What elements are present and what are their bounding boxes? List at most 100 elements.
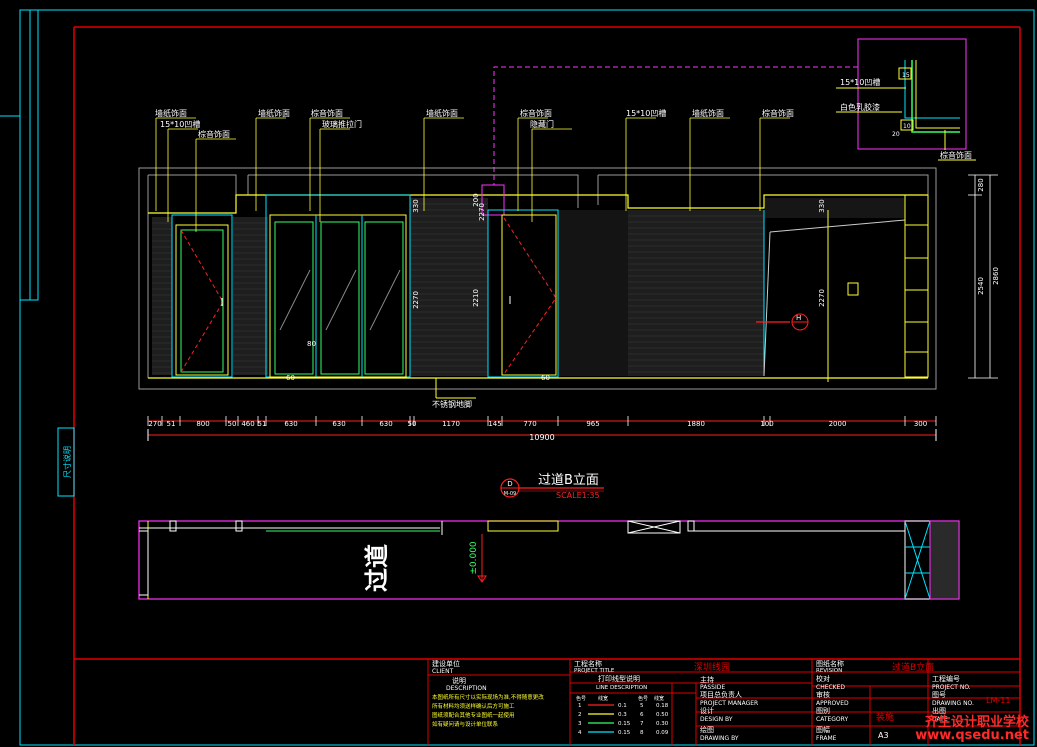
line-table-cell: 0.3	[618, 712, 627, 718]
dimension-text: 2000	[829, 420, 847, 428]
dimension-text: 300	[914, 420, 927, 428]
dimension-text: 630	[284, 420, 297, 428]
tb-draw-en: DRAWING BY	[700, 735, 739, 742]
detail-paint-label: 白色乳胶漆	[840, 102, 880, 112]
dimension-text: 270	[148, 420, 161, 428]
tb-desc-line-1: 本图纸所有尺寸以实际现场为准,不得随意更改	[432, 693, 544, 701]
elevation-label: 墙纸饰面	[258, 108, 290, 118]
tb-client-cn: 建设单位	[432, 659, 460, 668]
line-table-cell: 7	[640, 721, 644, 727]
line-table-cell: 0.50	[656, 712, 669, 718]
dimension-text: 800	[196, 420, 209, 428]
right-dim-top: 280	[977, 178, 985, 191]
dimension-text: 145	[488, 420, 501, 428]
tb-client-en: CLIENT	[432, 668, 454, 675]
tb-pm-en: PASSIDE	[700, 684, 725, 691]
dimension-text: 1170	[442, 420, 460, 428]
detail-dim-15: 15	[902, 72, 910, 79]
elevation-label: 隐藏门	[530, 119, 554, 129]
vertical-dim: 2270	[478, 203, 486, 221]
elevation-label: 玻璃推拉门	[322, 119, 362, 129]
tb-check-en: CHECKED	[816, 684, 845, 691]
dimension-text: 1880	[687, 420, 705, 428]
tb-category-cn: 图别	[816, 706, 830, 715]
tb-drawing-no-en: DRAWING NO.	[932, 700, 974, 707]
tb-project-no-en: PROJECT NO.	[932, 684, 971, 691]
tb-project-name: 深圳线园	[694, 661, 730, 673]
tb-design-cn: 设计	[700, 706, 714, 715]
glass-sliding-doors	[265, 194, 411, 378]
tb-line-head-3: 色号	[638, 695, 648, 702]
line-table-cell: 0.15	[618, 721, 631, 727]
tb-desc-line-2: 所有材料均须送样确认后方可施工	[432, 702, 515, 710]
elevation-scale: SCALE1:35	[556, 491, 600, 500]
tb-category-en: CATEGORY	[816, 716, 848, 723]
tb-desc-en: DESCRIPTION	[446, 685, 487, 692]
tb-drawing-title: 过道B立面	[892, 661, 934, 673]
dimension-text: 100	[760, 420, 773, 428]
plan-view	[138, 520, 960, 600]
tb-approve-en: APPROVED	[816, 700, 849, 707]
small-dim-1: 80	[307, 340, 316, 348]
plan-level-label: ±0.000	[469, 541, 479, 575]
tb-check-cn: 校对	[816, 674, 830, 683]
dimension-text: 50	[408, 420, 417, 428]
left-strip-text: 尺寸说明	[62, 446, 72, 478]
elevation-labels: 墙纸饰面15*10凹槽棕音饰面墙纸饰面 棕音饰面玻璃推拉门墙纸饰面 棕音饰面隐藏门1…	[155, 108, 794, 139]
tb-pm-cn: 主持	[700, 675, 714, 684]
line-table-cell: 0.09	[656, 730, 669, 736]
dimension-text: 51	[258, 420, 267, 428]
line-table-cell: 0.30	[656, 721, 669, 727]
watermark-line-2: www.qsedu.net	[915, 728, 1029, 744]
tb-line-head-1: 色号	[576, 695, 586, 702]
dimension-text: 50	[228, 420, 237, 428]
cad-drawing-canvas: 尺寸说明 15*10凹槽 白色乳胶漆 棕音饰面 15 10 20 H 墙纸饰面1…	[0, 9, 1035, 746]
right-dim-total: 2860	[992, 267, 1000, 285]
line-table-cell: 4	[578, 730, 582, 736]
elevation-label: 棕音饰面	[762, 108, 794, 118]
tb-date-cn: 出图	[932, 706, 946, 715]
line-table-cell: 0.18	[656, 703, 669, 709]
line-table-cell: 1	[578, 703, 582, 709]
tb-drawing-no-cn: 图号	[932, 691, 946, 699]
elevation-label: 棕音饰面	[520, 108, 552, 118]
tb-frame-cn: 图幅	[816, 725, 830, 734]
elevation-label: 棕音饰面	[198, 129, 230, 139]
tb-drawing-title-en: REVISION	[816, 668, 842, 674]
tb-line-head-4: 线宽	[654, 695, 664, 702]
tb-lines-cn: 打印线型说明	[598, 674, 640, 683]
tb-project-no-cn: 工程编号	[932, 674, 960, 683]
elevation-label: 墙纸饰面	[426, 108, 458, 118]
tb-line-head-2: 线宽	[598, 695, 608, 702]
elevation-title-text: 过道B立面	[538, 473, 599, 488]
small-dim-3: 60	[541, 374, 550, 382]
dimension-text: 770	[523, 420, 536, 428]
tb-drawing-title-cn: 图纸名称	[816, 659, 844, 668]
vertical-dim: 2270	[412, 291, 420, 309]
dimension-chain: 270 51 800 50 460 51 630 630 630 50 1170 145 770 965 1…	[147, 416, 937, 428]
groove-detail	[836, 38, 976, 161]
hidden-door	[481, 184, 559, 378]
tb-project-en: PROJECT TITLE	[574, 668, 615, 674]
elevation-symbol-top: D	[507, 480, 512, 488]
total-dimension: 10900	[529, 433, 554, 442]
line-table-cell: 0.1	[618, 703, 627, 709]
line-table-cell: 2	[578, 712, 582, 718]
vertical-dim: 2270	[818, 289, 826, 307]
tb-drawing-no: LM-11	[986, 696, 1010, 705]
tb-desc-line-4: 如有疑问请与设计单位联系	[432, 720, 499, 728]
dimension-text: 965	[586, 420, 599, 428]
watermark: 齐生设计职业学校 www.qsedu.net	[915, 716, 1029, 743]
elevation-label: 15*10凹槽	[626, 108, 666, 118]
vertical-dim: 2210	[472, 289, 480, 307]
elevation-label: 墙纸饰面	[692, 108, 724, 118]
detail-dim-10: 10	[903, 123, 911, 130]
line-table-cell: 0.15	[618, 730, 631, 736]
tb-approve-cn: 审核	[816, 690, 830, 699]
tb-category: 装施	[876, 711, 894, 723]
tb-lines-en: LINE DESCRIPTION	[596, 685, 647, 691]
line-table: 1 0.1 5 0.182 0.3 6 0.503 0.15 7 0.304 0.15 8 0.09	[578, 703, 669, 736]
tb-desc-cn: 说明	[452, 676, 466, 685]
line-table-cell: 3	[578, 721, 582, 727]
watermark-line-1: 齐生设计职业学校	[924, 714, 1029, 730]
